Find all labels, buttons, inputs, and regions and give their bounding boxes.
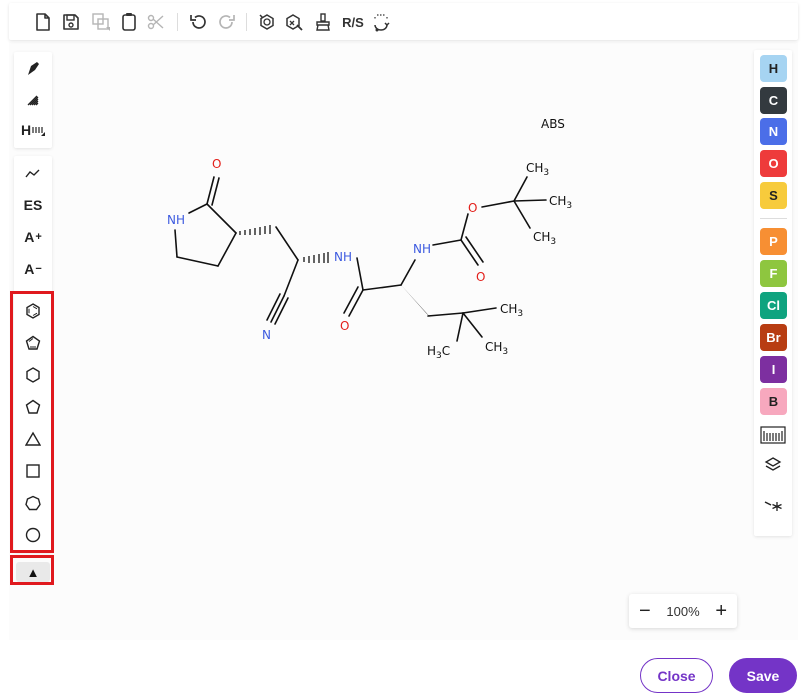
ch3-label: CH3	[485, 340, 508, 357]
close-button[interactable]: Close	[640, 658, 713, 693]
carbonyl-o-label: O	[476, 270, 485, 284]
nitrile-n-label: N	[262, 328, 271, 342]
nh-carbamate-label: NH	[413, 242, 431, 256]
abs-label: ABS	[541, 117, 565, 131]
ester-o-label: O	[468, 201, 477, 215]
zoom-in-button[interactable]: +	[715, 601, 727, 621]
zoom-out-button[interactable]: −	[639, 601, 651, 621]
zoom-level: 100%	[666, 603, 700, 619]
h3c-label: H3C	[427, 344, 450, 361]
zoom-control: − 100% +	[629, 594, 737, 628]
ch3-label: CH3	[500, 302, 523, 319]
ch3-label: CH3	[533, 230, 556, 247]
ch3-label: CH3	[549, 194, 572, 211]
amide-o-label: O	[340, 319, 349, 333]
save-button[interactable]: Save	[729, 658, 797, 693]
nh-ring-label: NH	[167, 213, 185, 227]
oxygen-label: O	[212, 157, 221, 171]
nh-amide-label: NH	[334, 250, 352, 264]
ch3-label: CH3	[526, 161, 549, 178]
